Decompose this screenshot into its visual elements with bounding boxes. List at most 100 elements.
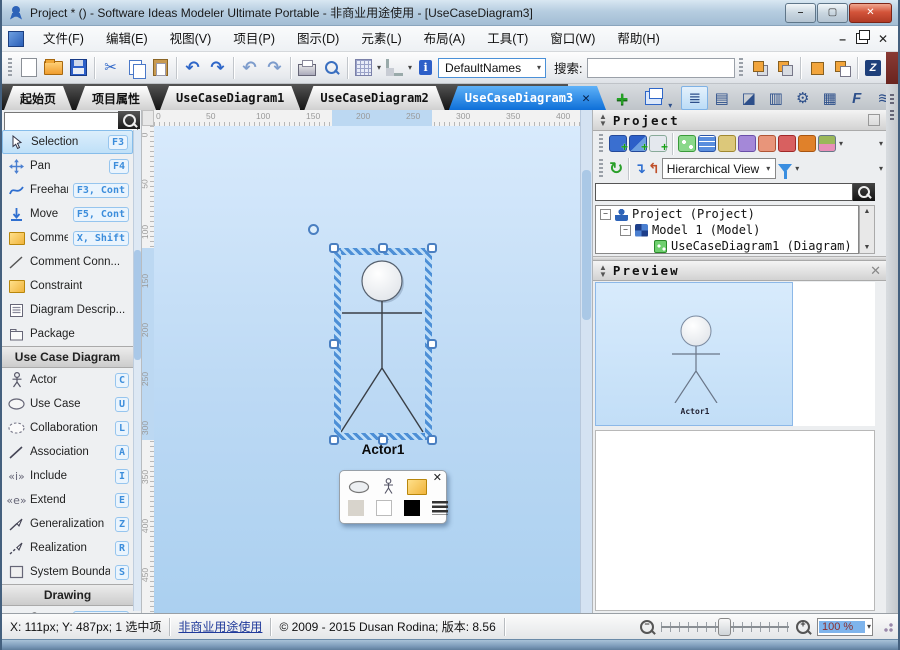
resize-handle-e[interactable] — [427, 339, 437, 349]
tool-constraint[interactable]: Constraint — [2, 274, 133, 298]
tool-extend[interactable]: «e» Extend E — [2, 488, 133, 512]
tool-move[interactable]: Move F5, Cont — [2, 202, 133, 226]
tool-association[interactable]: Association A — [2, 440, 133, 464]
grid-dropdown[interactable]: ▾ — [377, 63, 381, 72]
window-switch-dropdown[interactable]: ▾ — [668, 101, 672, 110]
panel-collapse-icon[interactable]: ▲▼ — [599, 113, 607, 127]
scroll-up-icon[interactable]: ▲ — [864, 206, 871, 217]
undo-button[interactable]: ↶ — [180, 55, 205, 80]
snap-button[interactable] — [382, 55, 407, 80]
expand-all-icon[interactable]: ↴ — [634, 160, 646, 177]
add-class-diagram-button[interactable] — [698, 135, 716, 152]
sidebar-scrollbar-thumb[interactable] — [134, 250, 141, 360]
collapse-expander-icon[interactable]: − — [600, 209, 611, 220]
redo-history-button[interactable]: ↷ — [262, 55, 287, 80]
add-use-case-diagram-button[interactable] — [678, 135, 696, 152]
toggle-columns-panel-button[interactable]: ▥ — [762, 86, 789, 110]
menu-view[interactable]: 视图(V) — [159, 28, 223, 50]
strip-grip[interactable] — [890, 110, 894, 120]
tool-collaboration[interactable]: Collaboration L — [2, 416, 133, 440]
toolbar-search-input[interactable] — [587, 58, 735, 78]
tab-project-properties[interactable]: 项目属性 — [76, 86, 156, 110]
save-button[interactable] — [66, 55, 91, 80]
tab-usecasediagram2[interactable]: UseCaseDiagram2 — [304, 86, 444, 110]
mdi-child-icon[interactable] — [8, 31, 24, 47]
send-backward-button[interactable] — [829, 55, 854, 80]
toggle-project-panel-button[interactable]: ≣ — [681, 86, 708, 110]
redo-button[interactable]: ↷ — [205, 55, 230, 80]
close-tab-icon[interactable]: ✕ — [582, 91, 590, 106]
tab-usecasediagram3-active[interactable]: UseCaseDiagram3 ✕ — [449, 86, 606, 110]
row1-overflow-dropdown[interactable]: ▾ — [879, 139, 883, 148]
menu-diagram[interactable]: 图示(D) — [286, 28, 350, 50]
undo-history-button[interactable]: ↶ — [237, 55, 262, 80]
color-swatch-white[interactable] — [376, 500, 392, 516]
snap-dropdown[interactable]: ▾ — [408, 63, 412, 72]
canvas-scrollbar-thumb[interactable] — [582, 170, 591, 320]
open-button[interactable] — [41, 55, 66, 80]
add-activity-diagram-button[interactable] — [758, 135, 776, 152]
tree-item-model[interactable]: − Model 1 (Model) — [596, 222, 858, 238]
tab-start-page[interactable]: 起始页 — [4, 86, 72, 110]
section-header-drawing[interactable]: Drawing — [2, 584, 133, 606]
menu-file[interactable]: 文件(F) — [32, 28, 95, 50]
filter-funnel-icon[interactable] — [778, 164, 792, 173]
tool-include[interactable]: «i» Include I — [2, 464, 133, 488]
actor-shape-button[interactable] — [382, 478, 395, 495]
add-er-diagram-button[interactable] — [818, 135, 836, 152]
project-search-input[interactable] — [595, 183, 853, 201]
use-case-shape-button[interactable] — [348, 480, 370, 494]
print-button[interactable] — [294, 55, 319, 80]
bring-forward-button[interactable] — [804, 55, 829, 80]
toggle-description-panel-button[interactable]: ▤ — [708, 86, 735, 110]
tool-freehand[interactable]: Freehand F3, Cont — [2, 178, 133, 202]
section-header-use-case-diagram[interactable]: Use Case Diagram — [2, 346, 133, 368]
close-minibar-icon[interactable]: ✕ — [433, 471, 442, 484]
paste-button[interactable] — [148, 55, 173, 80]
tool-pan[interactable]: Pan F4 — [2, 154, 133, 178]
tree-scrollbar[interactable]: ▲ ▼ — [859, 205, 875, 254]
diagram-type-dropdown[interactable]: ▾ — [839, 139, 843, 148]
panel-collapse-icon[interactable]: ▲▼ — [599, 264, 607, 278]
menu-help[interactable]: 帮助(H) — [606, 28, 670, 50]
minimize-button[interactable]: – — [785, 3, 816, 23]
mdi-close-button[interactable]: ✕ — [878, 32, 888, 46]
strip-grip[interactable] — [890, 94, 894, 104]
tool-generalization[interactable]: Generalization Z — [2, 512, 133, 536]
info-button[interactable]: i — [413, 55, 438, 80]
actor-name-label[interactable]: Actor1 — [334, 442, 432, 457]
mdi-restore-button[interactable] — [856, 33, 868, 44]
close-preview-icon[interactable]: ✕ — [870, 263, 881, 279]
toolbar-overflow-block[interactable] — [886, 52, 898, 84]
menu-layout[interactable]: 布局(A) — [413, 28, 477, 50]
find-button[interactable] — [319, 55, 344, 80]
project-panel-header[interactable]: ▲▼ Project — [593, 110, 886, 131]
tab-usecasediagram1[interactable]: UseCaseDiagram1 — [160, 86, 300, 110]
filter-dropdown[interactable]: ▾ — [795, 164, 799, 173]
new-tab-button[interactable]: + — [616, 90, 628, 110]
rotation-handle[interactable] — [308, 224, 319, 235]
tool-actor[interactable]: Actor C — [2, 368, 133, 392]
license-link[interactable]: 非商业用途使用 — [170, 618, 271, 636]
zoom-slider[interactable] — [661, 618, 789, 636]
actor-figure[interactable] — [154, 126, 580, 613]
color-swatch-black[interactable] — [404, 500, 420, 516]
add-project-button[interactable]: + — [609, 135, 627, 152]
collapse-expander-icon[interactable]: − — [620, 225, 631, 236]
tool-package[interactable]: Package — [2, 322, 133, 346]
copy-button[interactable] — [123, 55, 148, 80]
diagram-canvas[interactable]: Actor1 ✕ — [154, 126, 580, 613]
toolbar-grip[interactable] — [599, 134, 603, 154]
close-button[interactable]: ✕ — [849, 3, 892, 23]
window-resize-grip[interactable] — [882, 621, 894, 633]
add-sequence-diagram-button[interactable] — [798, 135, 816, 152]
tool-search-button[interactable] — [118, 111, 140, 129]
menu-element[interactable]: 元素(L) — [350, 28, 412, 50]
names-combo[interactable]: DefaultNames ▾ — [438, 58, 546, 78]
toggle-style-panel-button[interactable]: ◪ — [735, 86, 762, 110]
tree-item-project[interactable]: − Project (Project) — [596, 206, 858, 222]
add-element-button[interactable]: + — [649, 135, 667, 152]
bring-to-front-button[interactable] — [747, 55, 772, 80]
resize-handle-n[interactable] — [378, 243, 388, 253]
tool-comment-connector[interactable]: Comment Conn... — [2, 250, 133, 274]
